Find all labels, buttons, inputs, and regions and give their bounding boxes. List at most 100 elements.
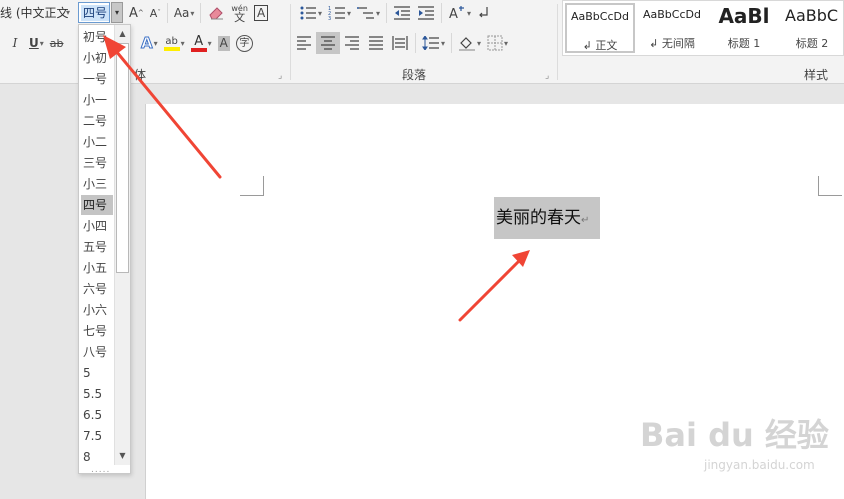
separator	[166, 3, 168, 23]
change-case-button[interactable]: Aa ▾	[171, 2, 198, 24]
styles-group-label: 样式	[804, 68, 829, 82]
numbering-icon: 123	[328, 6, 346, 21]
font-size-option[interactable]: 初号	[81, 27, 113, 47]
shrink-font-button[interactable]: Aˇ	[147, 2, 164, 24]
align-center-button[interactable]	[316, 32, 340, 54]
font-color-button[interactable]: A ▾	[188, 32, 215, 54]
font-size-option[interactable]: 小一	[81, 90, 113, 110]
style-preview: AaBbCcDd	[643, 8, 701, 21]
font-size-option[interactable]: 7.5	[81, 426, 113, 446]
highlighter-icon: ab	[165, 35, 178, 47]
font-size-option[interactable]: 小三	[81, 174, 113, 194]
underline-button[interactable]: U ▾	[26, 32, 47, 54]
separator	[415, 33, 416, 53]
font-size-option[interactable]: 小四	[81, 216, 113, 236]
styles-gallery: AaBbCcDd ↲ 正文 AaBbCcDd ↲ 无间隔 AaBl 标题 1 A…	[562, 0, 844, 56]
svg-text:A: A	[449, 7, 458, 21]
grow-font-button[interactable]: A ^	[126, 2, 147, 24]
eraser-icon	[209, 7, 224, 20]
distributed-button[interactable]	[388, 32, 412, 54]
font-size-option[interactable]: 小初	[81, 48, 113, 68]
bullets-button[interactable]: ▾	[296, 2, 325, 24]
style-heading-1[interactable]: AaBl 标题 1	[709, 3, 779, 53]
font-size-dropdown-list: 初号 小初 一号 小一 二号 小二 三号 小三 四号 小四 五号 小五 六号 小六 七号 八号 5 5.5 6.5 7…	[78, 24, 131, 475]
enclose-characters-button[interactable]: 字	[233, 32, 256, 54]
right-margin-corner-mark	[818, 176, 842, 196]
font-size-option[interactable]: 小五	[81, 258, 113, 278]
decrease-indent-button[interactable]	[390, 2, 414, 24]
text-effects-button[interactable]: A ▾	[138, 32, 161, 54]
numbering-button[interactable]: 1 2 3 ▾	[325, 2, 354, 24]
font-color-bar	[190, 47, 207, 52]
font-size-option[interactable]: 小二	[81, 132, 113, 152]
style-heading-2[interactable]: AaBbC 标题 2	[781, 3, 843, 53]
style-preview: AaBl	[718, 4, 770, 28]
watermark-logo: Bai du 经验	[640, 416, 829, 454]
style-preview: AaBbCcDd	[571, 10, 629, 23]
font-size-option[interactable]: 6.5	[81, 405, 113, 425]
show-paragraph-marks-button[interactable]	[474, 2, 494, 24]
highlight-color-button[interactable]: ab ▾	[161, 32, 188, 54]
font-size-option[interactable]: 三号	[81, 153, 113, 173]
shading-button[interactable]: ▾	[455, 32, 484, 54]
font-size-value[interactable]: 四号	[81, 5, 109, 21]
style-name: ↲ 无间隔	[649, 37, 695, 50]
strikethrough-button[interactable]: ab	[47, 32, 67, 54]
baidu-jingyan-watermark: Bai du 经验 jingyan.baidu.com	[640, 416, 829, 472]
font-size-combobox[interactable]: 四号	[78, 2, 110, 23]
paint-bucket-icon	[459, 37, 476, 51]
clear-formatting-button[interactable]	[204, 2, 228, 24]
scrollbar-thumb[interactable]	[116, 43, 129, 273]
resize-grip[interactable]: .....	[91, 465, 110, 475]
borders-button[interactable]: ▾	[484, 32, 511, 54]
font-size-option[interactable]: 5.5	[81, 384, 113, 404]
align-right-button[interactable]	[340, 32, 364, 54]
paragraph-mark: ↵	[581, 215, 590, 226]
font-name-combobox[interactable]: 线 (中文正文	[0, 3, 73, 23]
font-size-option[interactable]: 八号	[81, 342, 113, 362]
character-shading-icon: A	[217, 35, 230, 51]
phonetic-guide-button[interactable]: wén 文	[228, 2, 251, 24]
font-size-option[interactable]: 六号	[81, 279, 113, 299]
font-size-dropdown-button[interactable]: ▾	[111, 2, 123, 23]
font-size-option[interactable]: 8	[81, 447, 113, 467]
style-name: ↲ 正文	[582, 39, 618, 52]
watermark-url: jingyan.baidu.com	[704, 458, 815, 472]
character-shading-button[interactable]: A	[215, 32, 233, 54]
font-name-dropdown-caret[interactable]: ▾	[66, 3, 76, 23]
style-no-spacing[interactable]: AaBbCcDd ↲ 无间隔	[637, 3, 707, 53]
justify-icon	[369, 36, 383, 50]
font-size-option[interactable]: 七号	[81, 321, 113, 341]
justify-button[interactable]	[364, 32, 388, 54]
selected-document-text[interactable]: 美丽的春天↵	[494, 197, 600, 239]
asian-layout-button[interactable]: A ▾	[445, 2, 474, 24]
font-size-option[interactable]: 5	[81, 363, 113, 383]
line-spacing-button[interactable]: ▾	[419, 32, 448, 54]
font-size-option[interactable]: 四号	[81, 195, 113, 215]
font-size-option[interactable]: 小六	[81, 300, 113, 320]
group-divider	[290, 4, 291, 80]
paragraph-dialog-launcher[interactable]: ⌟	[545, 71, 549, 81]
separator	[451, 33, 453, 53]
scroll-down-arrow[interactable]: ▼	[116, 449, 129, 463]
style-normal[interactable]: AaBbCcDd ↲ 正文	[565, 3, 635, 53]
character-border-button[interactable]: A	[251, 2, 271, 24]
font-size-option[interactable]: 二号	[81, 111, 113, 131]
asian-layout-icon: A	[449, 6, 465, 21]
font-size-option[interactable]: 一号	[81, 69, 113, 89]
dropdown-scrollbar[interactable]: ▲ ▼	[114, 25, 130, 465]
style-name: 标题 2	[795, 37, 829, 50]
font-dialog-launcher[interactable]: ⌟	[278, 71, 282, 81]
increase-indent-button[interactable]	[414, 2, 438, 24]
italic-button[interactable]: I	[4, 32, 26, 54]
italic-icon: I	[12, 36, 18, 50]
strikethrough-icon: ab	[49, 36, 64, 50]
font-size-option[interactable]: 五号	[81, 237, 113, 257]
increase-indent-icon	[418, 6, 435, 20]
group-divider	[557, 4, 558, 80]
scroll-up-arrow[interactable]: ▲	[116, 27, 129, 41]
separator	[386, 3, 388, 23]
align-right-icon	[345, 36, 359, 50]
align-left-button[interactable]	[292, 32, 316, 54]
multilevel-list-button[interactable]: ▾	[354, 2, 383, 24]
